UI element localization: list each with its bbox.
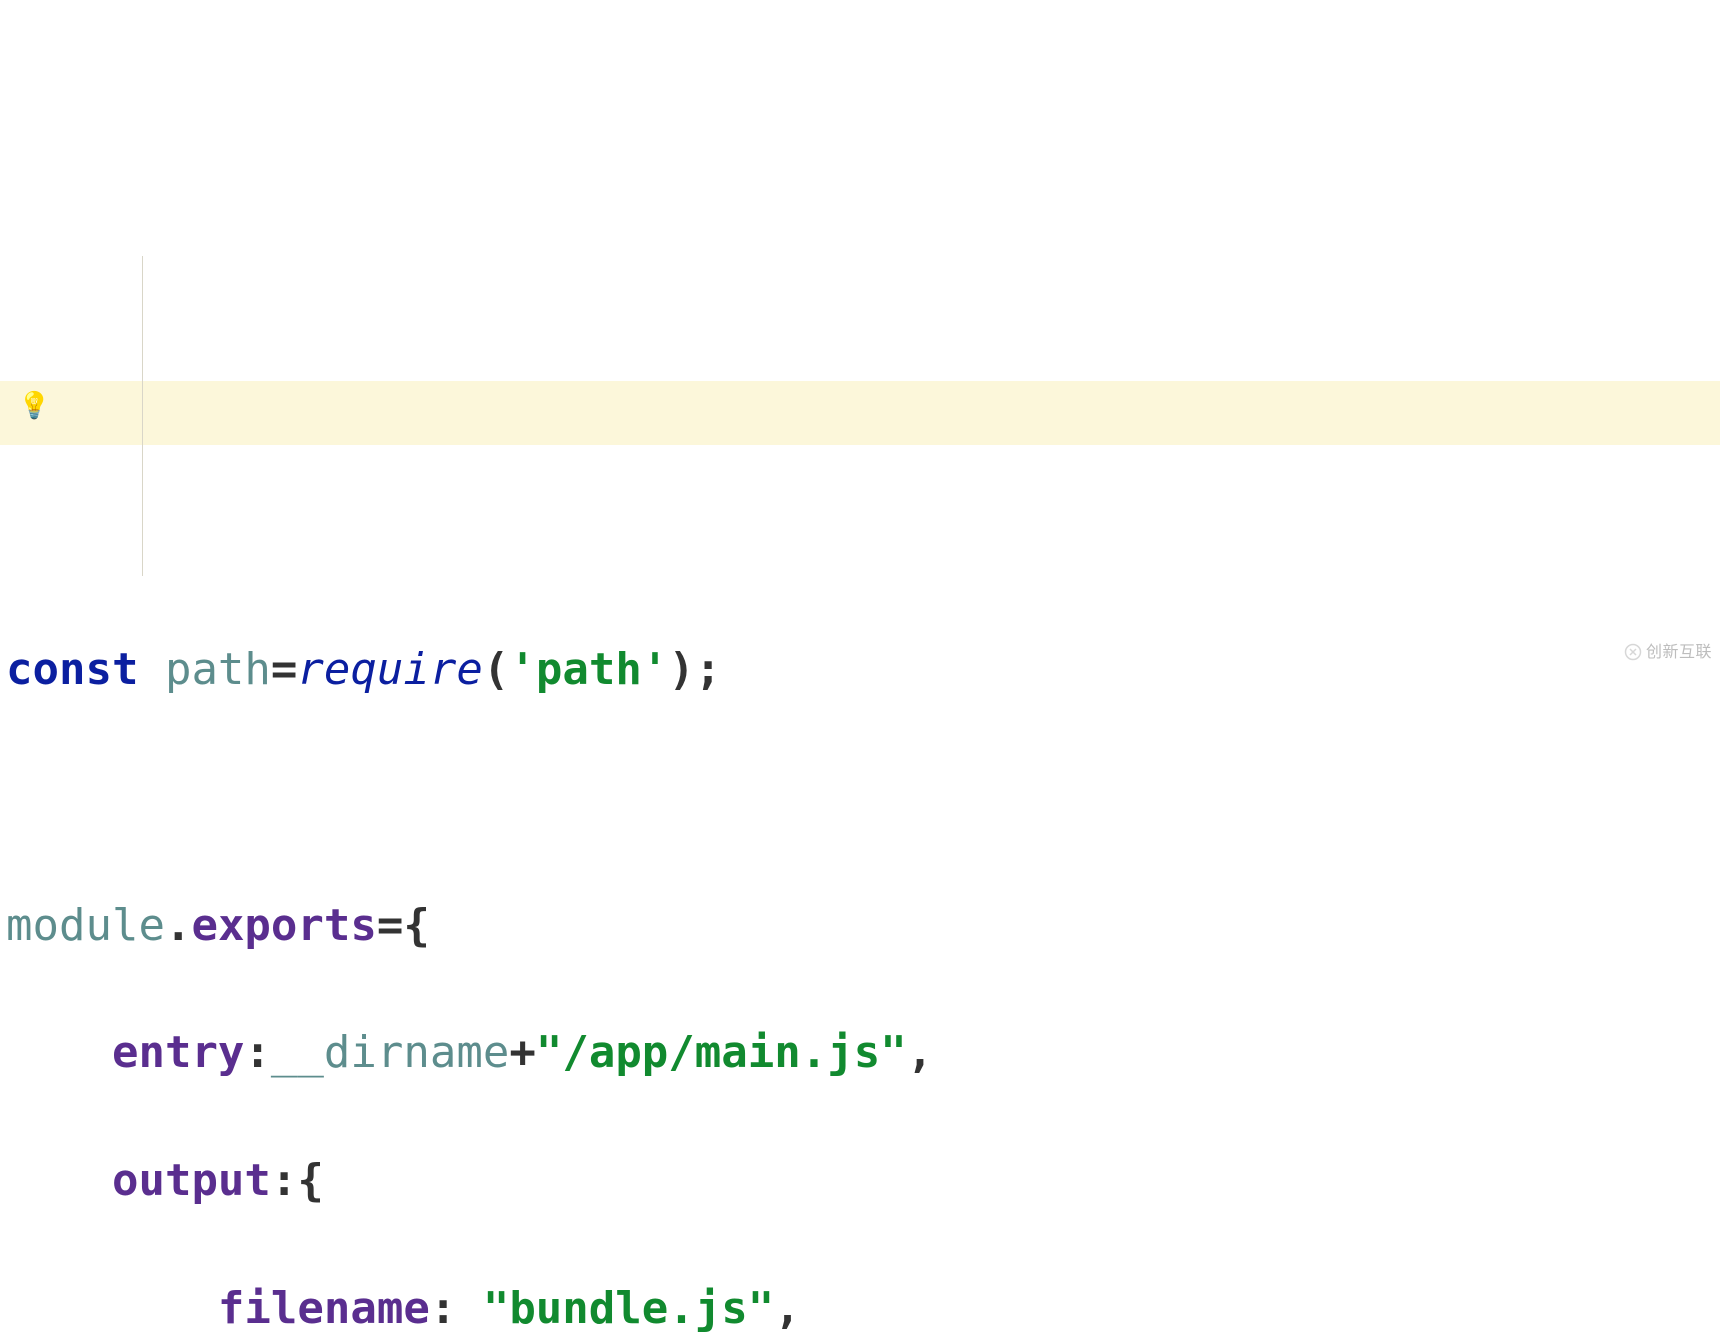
identifier-path: path bbox=[165, 644, 271, 695]
keyword-const: const bbox=[6, 644, 138, 695]
key-entry: entry bbox=[112, 1027, 244, 1078]
string-literal: 'path' bbox=[509, 644, 668, 695]
identifier-module: module bbox=[6, 900, 165, 951]
code-line-blank[interactable] bbox=[6, 766, 1720, 830]
call-require: require bbox=[297, 644, 482, 695]
editor-gutter: 💡 bbox=[0, 0, 60, 670]
key-output: output bbox=[112, 1155, 271, 1206]
code-line[interactable]: entry:__dirname+"/app/main.js", bbox=[6, 1021, 1720, 1085]
lightbulb-icon[interactable]: 💡 bbox=[18, 388, 50, 426]
identifier-exports: exports bbox=[191, 900, 376, 951]
code-line[interactable]: filename: "bundle.js", bbox=[6, 1277, 1720, 1340]
code-line[interactable]: output:{ bbox=[6, 1149, 1720, 1213]
key-filename: filename bbox=[218, 1283, 430, 1334]
identifier-dirname: __dirname bbox=[271, 1027, 509, 1078]
code-line[interactable]: module.exports={ bbox=[6, 894, 1720, 958]
indent-guide bbox=[142, 256, 143, 576]
string-literal: "bundle.js" bbox=[483, 1283, 774, 1334]
current-line-highlight bbox=[0, 381, 1720, 445]
code-editor[interactable]: const path=require('path'); module.expor… bbox=[0, 574, 1720, 1340]
string-literal: "/app/main.js" bbox=[536, 1027, 907, 1078]
